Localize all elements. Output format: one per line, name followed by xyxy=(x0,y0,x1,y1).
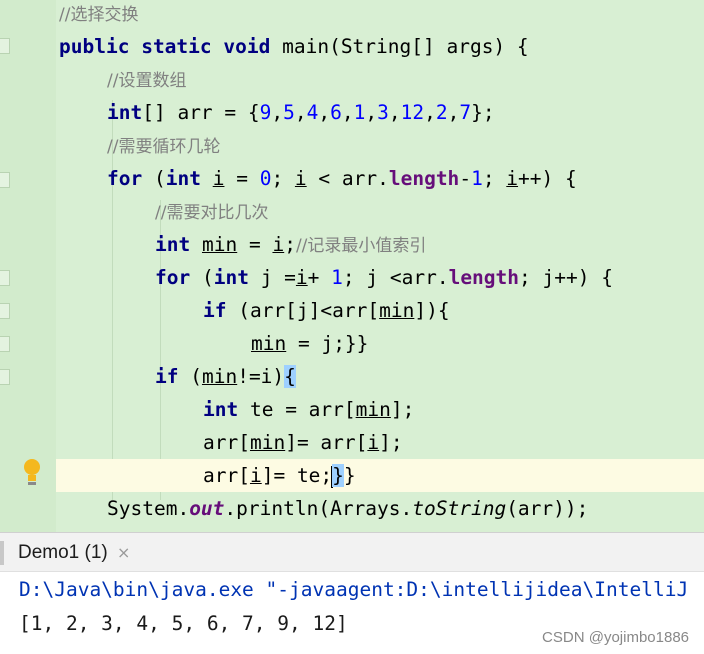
code-line-3[interactable]: //设置数组 xyxy=(0,63,704,96)
array-value: 12 xyxy=(400,101,425,124)
code-line-10[interactable]: if (arr[j]<arr[min]){ xyxy=(0,294,704,327)
code-line-7[interactable]: //需要对比几次 xyxy=(0,195,704,228)
keyword-if: if xyxy=(203,299,227,322)
console-tabbar: Demo1 (1) × xyxy=(0,532,704,572)
length-field: length xyxy=(448,266,520,289)
code-comment: //需要对比几次 xyxy=(155,203,269,223)
array-close: }; xyxy=(471,101,495,124)
keyword-for: for xyxy=(107,167,143,190)
code-line-8[interactable]: int min = i;//记录最小值索引 xyxy=(0,228,704,261)
console-output: [1, 2, 3, 4, 5, 6, 7, 9, 12] xyxy=(19,612,348,635)
array-declaration: [] arr = { xyxy=(142,101,260,124)
length-field: length xyxy=(388,167,460,190)
lightbulb-icon[interactable] xyxy=(22,458,42,486)
keyword-for: for xyxy=(155,266,191,289)
code-line-15-current[interactable]: arr[i]= te;}} xyxy=(56,459,704,492)
keyword-public: public xyxy=(59,35,130,58)
code-comment: //记录最小值索引 xyxy=(295,236,427,256)
keyword-if: if xyxy=(155,365,179,388)
code-line-16[interactable]: System.out.println(Arrays.toString(arr))… xyxy=(0,492,704,525)
keyword-void: void xyxy=(223,35,271,58)
array-value: 4 xyxy=(306,101,319,124)
keyword-static: static xyxy=(141,35,212,58)
console-command: D:\Java\bin\java.exe "-javaagent:D:\inte… xyxy=(19,578,689,601)
code-line-12[interactable]: if (min!=i){ xyxy=(0,360,704,393)
code-line-6[interactable]: for (int i = 0; i < arr.length-1; i++) { xyxy=(0,162,704,195)
array-value: 3 xyxy=(377,101,389,124)
code-line-14[interactable]: arr[min]= arr[i]; xyxy=(0,426,704,459)
code-line-13[interactable]: int te = arr[min]; xyxy=(0,393,704,426)
array-value: 6 xyxy=(330,101,342,124)
run-console-panel: Demo1 (1) × D:\Java\bin\java.exe "-javaa… xyxy=(0,532,704,654)
out-field: out xyxy=(189,497,225,520)
watermark: CSDN @yojimbo1886 xyxy=(542,629,689,646)
tab-demo1[interactable]: Demo1 (1) xyxy=(0,533,108,573)
code-comment: //设置数组 xyxy=(107,71,187,91)
array-value: 5 xyxy=(283,101,295,124)
main-signature: main(String[] args) { xyxy=(270,35,529,58)
close-icon[interactable]: × xyxy=(117,533,130,573)
array-value: 2 xyxy=(435,101,448,124)
array-value: 9 xyxy=(259,101,272,124)
code-comment: //选择交换 xyxy=(59,5,139,25)
code-line-9[interactable]: for (int j =i+ 1; j <arr.length; j++) { xyxy=(0,261,704,294)
code-line-4[interactable]: int[] arr = {9,5,4,6,1,3,12,2,7}; xyxy=(0,96,704,129)
code-editor[interactable]: //选择交换 public static void main(String[] … xyxy=(0,0,704,532)
code-comment: //需要循环几轮 xyxy=(107,137,221,157)
to-string-method: toString xyxy=(412,497,507,520)
keyword-int: int xyxy=(213,266,249,289)
keyword-int: int xyxy=(107,101,143,124)
code-line-5[interactable]: //需要循环几轮 xyxy=(0,129,704,162)
code-line-11[interactable]: min = j;}} xyxy=(0,327,704,360)
array-value: 7 xyxy=(459,101,472,124)
code-line-1[interactable]: //选择交换 xyxy=(0,0,704,30)
code-line-2[interactable]: public static void main(String[] args) { xyxy=(0,30,704,63)
keyword-int: int xyxy=(203,398,239,421)
array-value: 1 xyxy=(353,101,366,124)
keyword-int: int xyxy=(165,167,201,190)
keyword-int: int xyxy=(155,233,191,256)
